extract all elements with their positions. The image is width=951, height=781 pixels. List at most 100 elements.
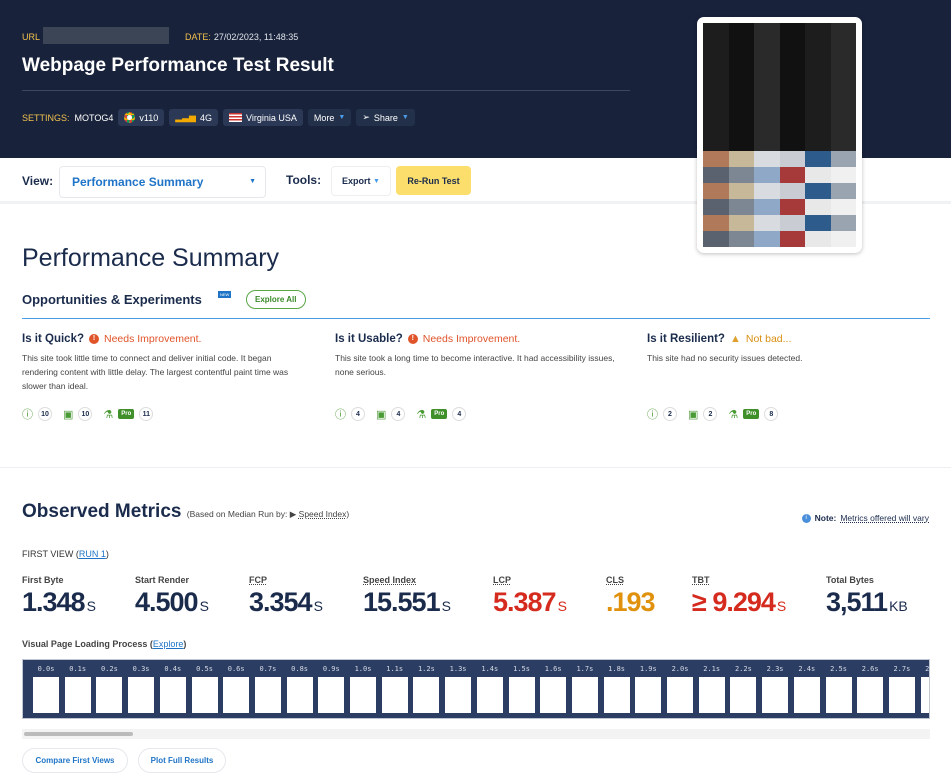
filmstrip-frame[interactable]: 1.5s [508,660,535,713]
mosaic-cell [729,133,755,151]
filmstrip-frame[interactable]: 0.0s [33,660,59,713]
filmstrip-frame[interactable]: 2.2s [730,660,757,713]
filmstrip-frame[interactable]: 0.9s [318,660,345,713]
filmstrip-frame[interactable]: 1.6s [540,660,567,713]
filmstrip-frame[interactable]: 2.1s [698,660,725,713]
filmstrip-frame[interactable]: 2.0s [667,660,693,713]
mosaic-cell [703,215,729,231]
mosaic-cell [703,167,729,183]
mosaic-cell [830,132,856,151]
page-heading: Webpage Performance Test Result [22,55,334,76]
experiments-icon[interactable]: ▣ [688,408,698,421]
frame-time: 1.9s [639,665,657,673]
assessment-status[interactable]: Needs Improvement. [423,333,520,345]
experiments-icon[interactable]: ▣ [376,408,386,421]
mosaic-cell [779,151,805,167]
filmstrip-frame[interactable]: 1.3s [445,660,472,713]
filmstrip-frame[interactable]: 2.3s [762,660,789,713]
frame-thumbnail [825,677,852,713]
mosaic-cell [754,59,780,78]
experiments-icon[interactable]: ▣ [63,408,73,421]
mosaic-cell [830,151,856,167]
run-1-link[interactable]: RUN 1 [79,549,106,559]
filmstrip-frame[interactable]: 2.7s [888,660,915,713]
opportunity-counts: ⓘ 4 ▣ 4 ⚗ Pro 4 [335,406,467,422]
filmstrip-frame[interactable]: 0.7s [254,660,281,713]
url-redacted [43,27,170,44]
rerun-test-button[interactable]: Re-Run Test [396,166,471,195]
metric-unit: S [313,598,323,614]
metric-unit: S [86,598,96,614]
mosaic-cell [703,77,729,97]
more-button[interactable]: More ▼ [307,109,352,126]
mosaic-cell [703,183,729,199]
mosaic-cell [805,132,831,151]
filmstrip-frame[interactable]: 1.9s [635,660,662,713]
filmstrip-frame[interactable]: 1.2s [413,660,440,713]
filmstrip-frame[interactable]: 1.0s [350,660,376,713]
flask-icon[interactable]: ⚗ [728,408,738,421]
filmstrip-frame[interactable]: 2.8s [920,660,929,713]
filmstrip-frame[interactable]: 1.7s [571,660,598,713]
filmstrip-scrollbar[interactable] [22,729,930,739]
location-value: Virginia USA [246,112,297,123]
metric-value: 3.354 [249,587,313,617]
share-button[interactable]: ➢ Share ▼ [356,109,415,126]
frame-thumbnail [381,677,408,713]
explore-filmstrip-link[interactable]: Explore [153,639,184,649]
assessment-status[interactable]: Not bad... [746,333,792,345]
filmstrip-frame[interactable]: 0.8s [286,660,313,713]
screenshot-bottom [703,151,856,247]
date-value: 27/02/2023, 11:48:35 [213,31,299,42]
flask-icon[interactable]: ⚗ [103,408,113,421]
us-flag-icon [229,113,242,122]
view-label: View: [22,174,54,188]
metrics-note[interactable]: i Note: Metrics offered will vary [801,513,929,523]
opportunity-counts: ⓘ 10 ▣ 10 ⚗ Pro 11 [22,406,154,422]
filmstrip-frame[interactable]: 2.5s [825,660,852,713]
filmstrip-frame[interactable]: 0.2s [96,660,123,713]
alert-icon: ! [407,334,418,344]
scrollbar-thumb[interactable] [24,732,133,736]
frame-time: 1.5s [513,665,530,673]
compare-first-views-button[interactable]: Compare First Views [22,748,128,773]
assessment-description: This site took little time to connect an… [22,353,289,391]
filmstrip-frame[interactable]: 0.3s [128,660,155,713]
location-chip: Virginia USA [223,109,303,126]
frame-thumbnail [508,677,535,713]
view-select[interactable]: Performance Summary ▼ [59,166,266,198]
filmstrip-frame[interactable]: 0.6s [223,660,250,713]
median-metric-toggle[interactable]: Speed Index [299,509,347,519]
filmstrip-frame[interactable]: 0.5s [191,660,218,713]
mosaic-cell [779,215,805,231]
filmstrip-frame[interactable]: 0.4s [159,660,186,713]
caret-down-icon: ▼ [373,177,380,185]
mosaic-cell [729,78,755,96]
test-meta: URL DATE: 27/02/2023, 11:48:35 [22,27,299,44]
mosaic-cell [805,167,831,183]
frame-time: 0.4s [164,665,182,673]
page-screenshot-thumbnail[interactable] [697,17,862,253]
metric-name: LCP [493,575,511,585]
opportunities-icon[interactable]: ⓘ [647,406,658,422]
plot-full-results-button[interactable]: Plot Full Results [138,748,226,773]
mosaic-cell [754,77,780,97]
filmstrip-frame[interactable]: 1.8s [603,660,630,713]
explore-all-button[interactable]: Explore All [246,290,306,309]
assessment-status[interactable]: Needs Improvement. [104,333,201,345]
frame-thumbnail [254,677,281,713]
export-button[interactable]: Export ▼ [331,166,391,196]
filmstrip-frame[interactable]: 0.1s [64,660,91,713]
experiment-count: 4 [391,407,406,421]
filmstrip-frame[interactable]: 2.4s [793,660,820,713]
frame-thumbnail [445,677,472,713]
median-run-text: (Based on Median Run by: ▶ [186,509,299,519]
opportunities-icon[interactable]: ⓘ [22,406,33,422]
mosaic-cell [728,231,754,247]
frame-time: 1.8s [608,665,626,673]
filmstrip-frame[interactable]: 2.6s [857,660,884,713]
filmstrip-frame[interactable]: 1.1s [381,660,408,713]
opportunities-icon[interactable]: ⓘ [335,406,346,422]
filmstrip-frame[interactable]: 1.4s [476,660,503,713]
flask-icon[interactable]: ⚗ [416,408,426,421]
